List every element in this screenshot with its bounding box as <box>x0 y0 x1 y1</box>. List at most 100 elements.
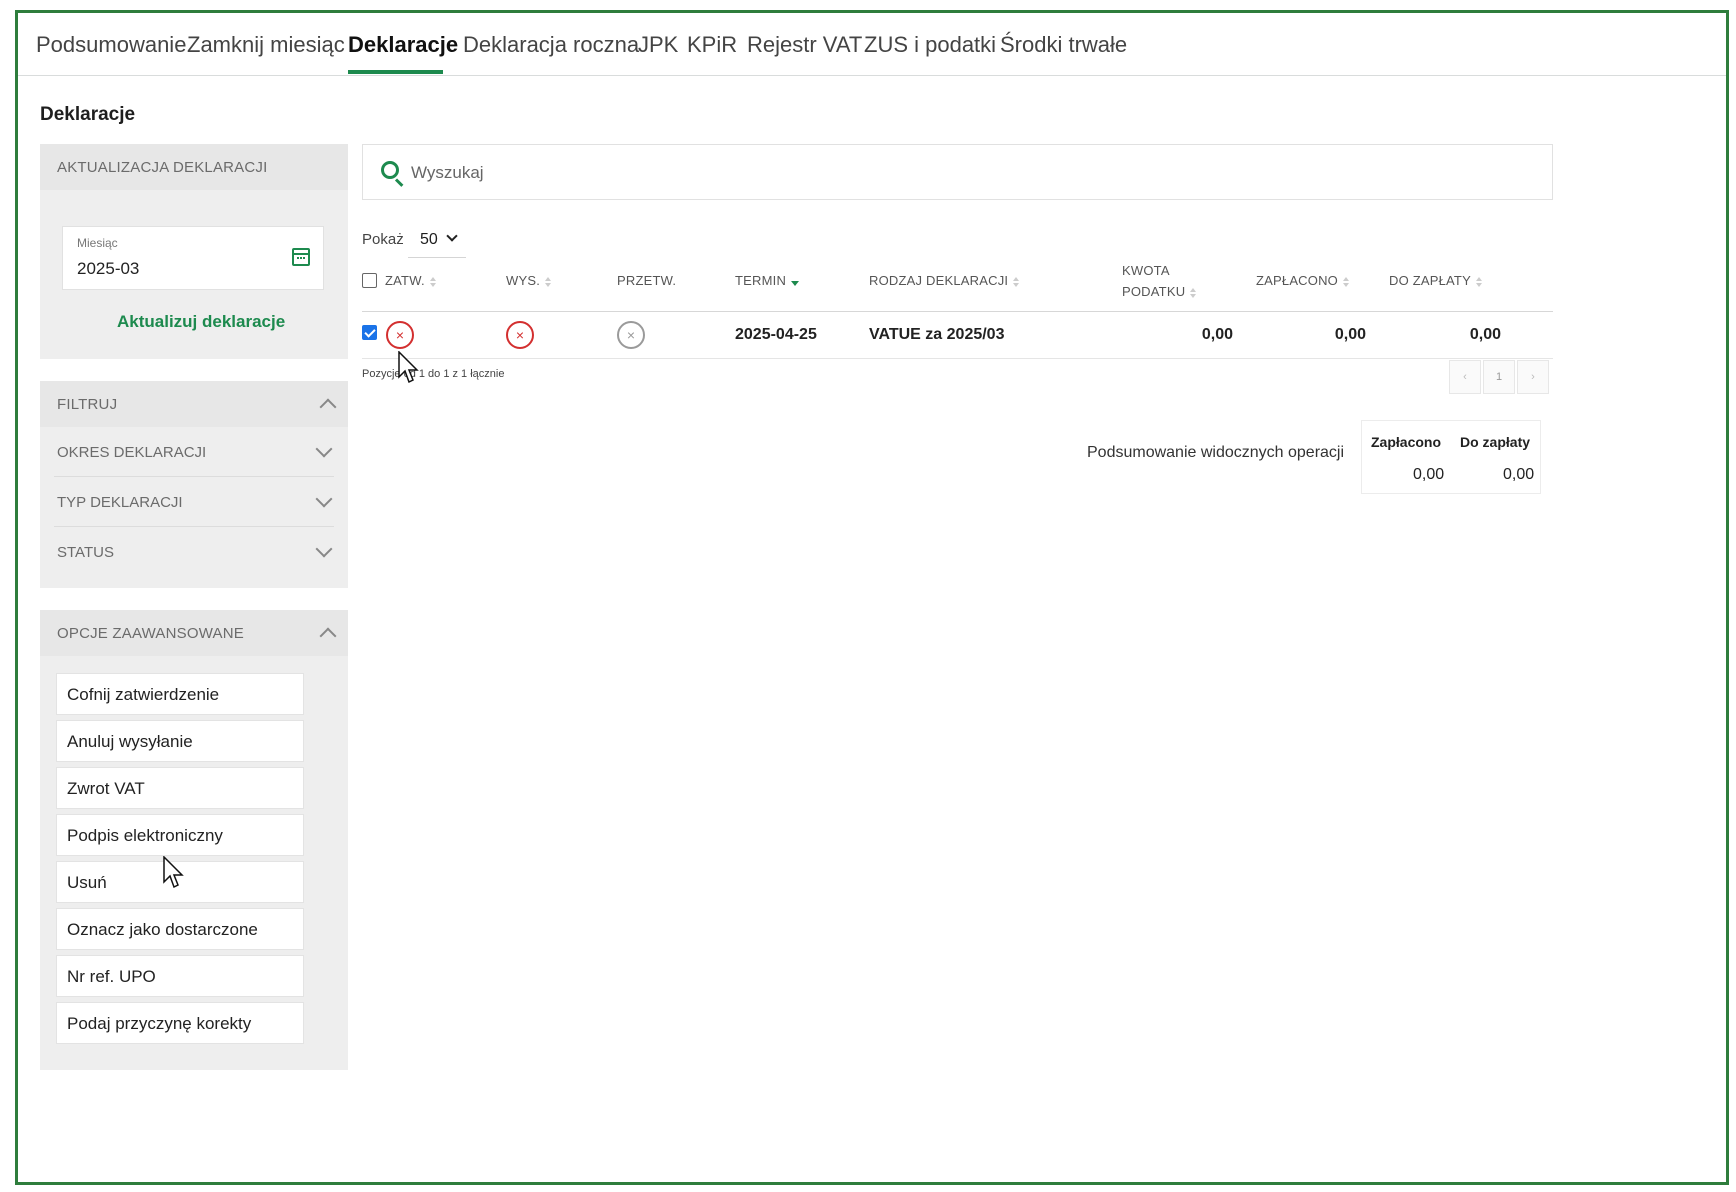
correction-reason-label: Podaj przyczynę korekty <box>67 1014 252 1033</box>
chevron-up-icon <box>319 627 337 645</box>
calendar-icon[interactable] <box>292 248 310 266</box>
tab-podsumowanie[interactable]: Podsumowanie <box>36 32 186 58</box>
sort-icon <box>1013 276 1020 287</box>
chevron-down-icon <box>315 540 333 558</box>
summary-due-value: 0,00 <box>1503 466 1535 483</box>
e-signature-button[interactable]: Podpis elektroniczny <box>56 814 304 856</box>
sending-rejected-icon[interactable]: × <box>506 321 534 349</box>
search-bar <box>362 144 1553 200</box>
chevron-down-icon <box>315 490 333 508</box>
prev-page-button[interactable]: ‹ <box>1449 360 1481 394</box>
chevron-down-icon <box>315 440 333 458</box>
row-rodzaj[interactable]: VATUE za 2025/03 <box>869 326 1004 344</box>
correction-reason-button[interactable]: Podaj przyczynę korekty <box>56 1002 304 1044</box>
tab-rejestr-vat[interactable]: Rejestr VAT <box>747 32 862 58</box>
sort-icon <box>1190 287 1197 298</box>
table-header-divider <box>362 311 1553 312</box>
summary-paid-label: Zapłacono <box>1371 434 1442 450</box>
tab-zamknij-miesiac[interactable]: Zamknij miesiąc <box>187 32 345 58</box>
column-header-label: KWOTA <box>1122 263 1170 278</box>
approval-rejected-icon[interactable]: × <box>386 321 414 349</box>
month-field-value[interactable]: 2025-03 <box>77 259 139 279</box>
column-header-label: DO ZAPŁATY <box>1389 273 1471 288</box>
visible-operations-summary-label: Podsumowanie widocznych operacji <box>1087 444 1345 461</box>
processing-pending-icon[interactable]: × <box>617 321 645 349</box>
filters-header[interactable]: FILTRUJ <box>40 381 348 427</box>
column-header-zaplacono[interactable]: ZAPŁACONO <box>1256 273 1350 288</box>
update-declarations-panel: AKTUALIZACJA DEKLARACJI Miesiąc 2025-03 … <box>40 144 348 359</box>
advanced-options-panel: OPCJE ZAAWANSOWANE Cofnij zatwierdzenie … <box>40 610 348 1070</box>
upo-ref-label: Nr ref. UPO <box>67 967 156 986</box>
column-header-label: ZAPŁACONO <box>1256 273 1338 288</box>
filter-typ-deklaracji[interactable]: TYP DEKLARACJI <box>54 477 334 527</box>
cancel-sending-button[interactable]: Anuluj wysyłanie <box>56 720 304 762</box>
page-size-select[interactable]: 50 <box>408 218 466 258</box>
column-header-przetw[interactable]: PRZETW. <box>617 273 676 288</box>
mark-delivered-label: Oznacz jako dostarczone <box>67 920 258 939</box>
month-field[interactable]: Miesiąc 2025-03 <box>62 226 324 290</box>
mark-delivered-button[interactable]: Oznacz jako dostarczone <box>56 908 304 950</box>
filter-status[interactable]: STATUS <box>54 527 334 577</box>
sort-icon <box>1342 276 1350 287</box>
app-frame: Podsumowanie Zamknij miesiąc Deklaracje … <box>15 10 1729 1185</box>
column-header-label: PRZETW. <box>617 273 677 288</box>
update-declarations-button[interactable]: Aktualizuj deklaracje <box>117 312 285 332</box>
vat-refund-label: Zwrot VAT <box>67 779 145 798</box>
column-header-termin[interactable]: TERMIN <box>735 273 800 288</box>
page-number-button[interactable]: 1 <box>1483 360 1515 394</box>
tab-jpk[interactable]: JPK <box>638 32 678 58</box>
page-size-value: 50 <box>420 231 438 248</box>
undo-approval-label: Cofnij zatwierdzenie <box>67 685 220 704</box>
tab-zus-i-podatki[interactable]: ZUS i podatki <box>864 32 996 58</box>
undo-approval-button[interactable]: Cofnij zatwierdzenie <box>56 673 304 715</box>
column-header-zatw[interactable]: ZATW. <box>385 273 437 288</box>
tab-kpir[interactable]: KPiR <box>687 32 737 58</box>
vat-refund-button[interactable]: Zwrot VAT <box>56 767 304 809</box>
filter-label: TYP DEKLARACJI <box>57 494 183 511</box>
summary-box: Zapłacono Do zapłaty 0,00 0,00 <box>1361 420 1541 494</box>
delete-label: Usuń <box>67 873 107 892</box>
next-page-button[interactable]: › <box>1517 360 1549 394</box>
upo-ref-button[interactable]: Nr ref. UPO <box>56 955 304 997</box>
advanced-options-header[interactable]: OPCJE ZAAWANSOWANE <box>40 610 348 656</box>
sort-icon <box>429 276 437 287</box>
row-divider <box>362 358 1553 359</box>
column-header-label: PODATKU <box>1122 284 1186 299</box>
page-title: Deklaracje <box>40 104 136 125</box>
column-header-label: ZATW. <box>385 273 425 288</box>
sort-desc-icon <box>791 277 800 287</box>
search-input[interactable] <box>411 160 1011 186</box>
tab-deklaracja-roczna[interactable]: Deklaracja roczna <box>463 32 639 58</box>
e-signature-label: Podpis elektroniczny <box>67 826 223 845</box>
column-header-kwota[interactable]: KWOTA <box>1122 263 1170 278</box>
row-kwota: 0,00 <box>1201 326 1233 343</box>
row-checkbox[interactable] <box>362 325 377 340</box>
filter-okres-deklaracji[interactable]: OKRES DEKLARACJI <box>54 427 334 477</box>
sort-icon <box>1475 276 1483 287</box>
filter-label: STATUS <box>57 544 114 561</box>
update-panel-title: AKTUALIZACJA DEKLARACJI <box>57 159 268 176</box>
filters-panel: FILTRUJ OKRES DEKLARACJI TYP DEKLARACJI … <box>40 381 348 588</box>
sort-icon <box>545 276 552 287</box>
column-header-kwota-line2[interactable]: PODATKU <box>1122 284 1197 299</box>
positions-info: Pozycje od 1 do 1 z 1 łącznie <box>362 368 505 380</box>
select-all-checkbox[interactable] <box>362 273 377 288</box>
column-header-label: RODZAJ DEKLARACJI <box>869 273 1009 288</box>
row-termin: 2025-04-25 <box>735 326 817 343</box>
month-field-label: Miesiąc <box>77 236 118 250</box>
page-size-label: Pokaż <box>362 231 404 248</box>
update-panel-header: AKTUALIZACJA DEKLARACJI <box>40 144 348 190</box>
summary-paid-value: 0,00 <box>1413 466 1445 483</box>
column-header-wys[interactable]: WYS. <box>506 273 552 288</box>
column-header-label: TERMIN <box>735 273 787 288</box>
column-header-do-zaplaty[interactable]: DO ZAPŁATY <box>1389 273 1483 288</box>
tab-srodki-trwale[interactable]: Środki trwałe <box>1000 32 1127 58</box>
chevron-down-icon <box>446 230 458 242</box>
tab-deklaracje[interactable]: Deklaracje <box>348 32 458 58</box>
top-tabs: Podsumowanie Zamknij miesiąc Deklaracje … <box>18 13 1726 76</box>
filter-label: OKRES DEKLARACJI <box>57 444 207 461</box>
chevron-up-icon <box>319 398 337 416</box>
column-header-rodzaj[interactable]: RODZAJ DEKLARACJI <box>869 273 1020 288</box>
advanced-options-title: OPCJE ZAAWANSOWANE <box>57 625 244 642</box>
row-zaplacono: 0,00 <box>1334 326 1366 343</box>
